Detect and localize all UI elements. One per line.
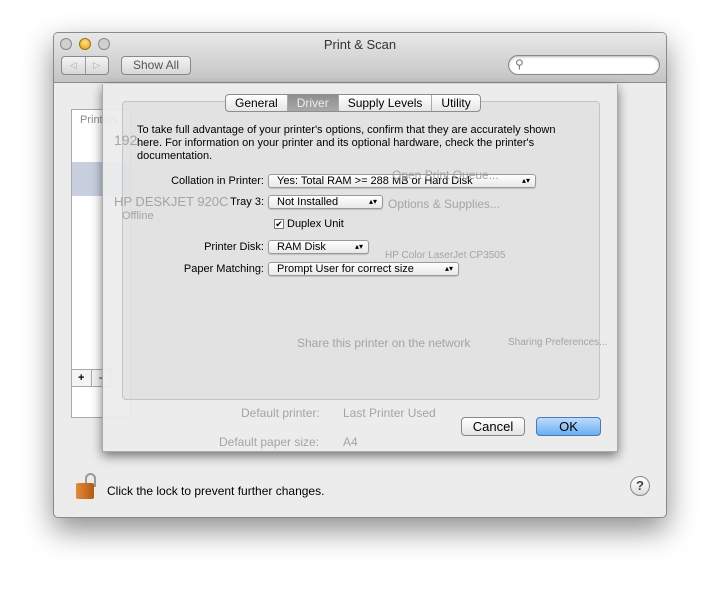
add-printer-button[interactable]: + [72,370,92,386]
collation-label: Collation in Printer: [171,175,264,187]
window-title: Print & Scan [323,37,397,52]
tray3-value: Not Installed [277,196,339,208]
back-icon[interactable]: ◁ [62,57,86,74]
cancel-button[interactable]: Cancel [461,417,525,436]
updown-icon: ▴▾ [368,197,377,206]
tab-supply-levels[interactable]: Supply Levels [339,95,433,111]
paper-matching-label: Paper Matching: [183,263,264,275]
paper-matching-popup[interactable]: Prompt User for correct size ▴▾ [268,262,459,276]
printer-options-sheet: General Driver Supply Levels Utility To … [102,84,618,452]
title-bar: Print & Scan ◁ ▷ Show All ⚲ [54,33,666,83]
driver-description: To take full advantage of your printer's… [137,124,556,162]
nav-buttons: ◁ ▷ [61,56,109,75]
help-button[interactable]: ? [630,476,650,496]
printer-disk-popup[interactable]: RAM Disk ▴▾ [268,240,369,254]
search-input[interactable]: ⚲ [508,55,660,75]
tab-utility[interactable]: Utility [432,95,479,111]
duplex-checkbox[interactable]: ✔ Duplex Unit [274,218,344,230]
updown-icon: ▴▾ [354,242,363,251]
checkbox-checked-icon: ✔ [274,219,284,229]
paper-matching-value: Prompt User for correct size [277,263,414,275]
forward-icon[interactable]: ▷ [86,57,109,74]
collation-value: Yes: Total RAM >= 288 MB or Hard Disk [277,175,473,187]
lock-icon[interactable] [76,473,96,499]
duplex-label: Duplex Unit [287,218,344,230]
printer-disk-label: Printer Disk: [204,241,264,253]
updown-icon: ▴▾ [444,264,453,273]
search-icon: ⚲ [515,57,524,71]
tab-driver[interactable]: Driver [287,95,339,111]
tray3-label: Tray 3: [230,196,264,208]
printer-disk-value: RAM Disk [277,241,326,253]
lock-text: Click the lock to prevent further change… [107,484,325,498]
updown-icon: ▴▾ [521,176,530,185]
tab-general[interactable]: General [226,95,288,111]
show-all-button[interactable]: Show All [121,56,191,75]
tray3-popup[interactable]: Not Installed ▴▾ [268,195,383,209]
collation-popup[interactable]: Yes: Total RAM >= 288 MB or Hard Disk ▴▾ [268,174,536,188]
ok-button[interactable]: OK [536,417,601,436]
tab-bar: General Driver Supply Levels Utility [225,94,481,112]
